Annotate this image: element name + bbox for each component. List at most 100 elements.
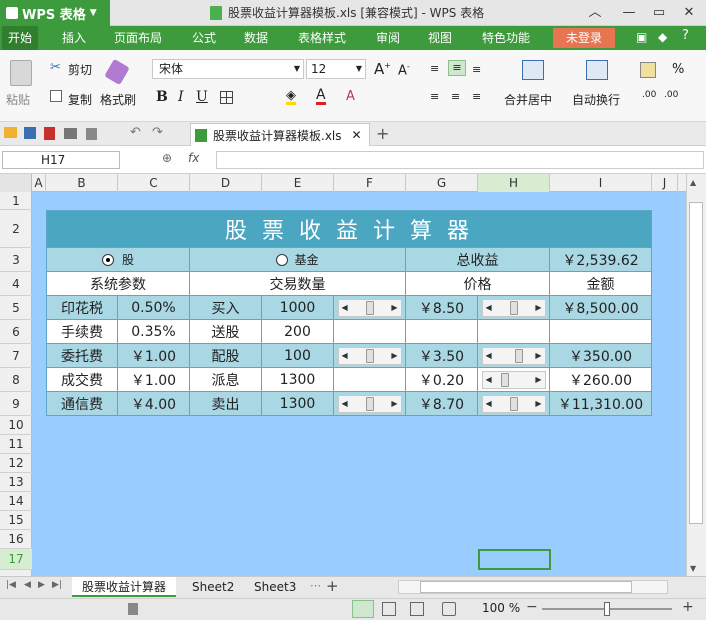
zoom-out-icon[interactable]: − xyxy=(526,599,538,615)
row-header-5[interactable]: 5 xyxy=(0,296,32,320)
arrow-right-icon[interactable]: ▶ xyxy=(535,303,541,312)
add-sheet-icon[interactable]: + xyxy=(326,577,339,595)
menu-review[interactable]: 审阅 xyxy=(370,26,406,50)
col-header-a[interactable]: A xyxy=(32,174,46,192)
redo-icon[interactable]: ↷ xyxy=(152,125,163,140)
radio-fund[interactable] xyxy=(276,253,289,266)
align-bottom-icon[interactable]: ≡ xyxy=(472,63,481,76)
row-header-6[interactable]: 6 xyxy=(0,320,32,344)
row-header-15[interactable]: 15 xyxy=(0,511,32,530)
row-header-17[interactable]: 17 xyxy=(0,549,32,570)
spinner-thumb[interactable] xyxy=(509,396,518,411)
col-header-c[interactable]: C xyxy=(118,174,190,192)
minimize-button[interactable]: — xyxy=(614,0,644,26)
row-header-2[interactable]: 2 xyxy=(0,210,32,248)
arrow-right-icon[interactable]: ▶ xyxy=(391,351,397,360)
align-top-icon[interactable]: ≡ xyxy=(430,62,439,75)
merge-center-button[interactable]: 合并居中 xyxy=(504,91,552,108)
trade-quantity[interactable]: 1000 xyxy=(262,296,334,320)
row-header-10[interactable]: 10 xyxy=(0,416,32,435)
select-all-corner[interactable] xyxy=(0,174,32,192)
maximize-button[interactable]: ▭ xyxy=(644,0,674,26)
spinner-thumb[interactable] xyxy=(509,300,518,315)
spinner-thumb[interactable] xyxy=(365,348,374,363)
row-header-11[interactable]: 11 xyxy=(0,435,32,454)
cut-button[interactable]: 剪切 xyxy=(68,61,92,78)
paste-icon[interactable] xyxy=(10,60,32,86)
row-header-13[interactable]: 13 xyxy=(0,473,32,492)
scroll-thumb[interactable] xyxy=(689,202,703,524)
zoom-in-icon[interactable]: + xyxy=(682,599,694,615)
wrap-text-button[interactable]: 自动换行 xyxy=(572,91,620,108)
qty-spinner[interactable]: ◀ ▶ xyxy=(337,346,402,365)
clear-format-icon[interactable]: A xyxy=(346,89,355,104)
font-size-select[interactable]: 12 ▼ xyxy=(306,59,366,79)
increase-font-icon[interactable]: A+ xyxy=(374,60,391,78)
col-header-f[interactable]: F xyxy=(334,174,406,192)
arrow-left-icon[interactable]: ◀ xyxy=(486,399,492,408)
export-pdf-icon[interactable] xyxy=(44,127,55,140)
border-icon[interactable] xyxy=(220,91,233,104)
row-header-16[interactable]: 16 xyxy=(0,530,32,549)
horizontal-scroll-thumb[interactable] xyxy=(420,581,632,593)
decrease-font-icon[interactable]: A- xyxy=(398,62,410,78)
param-value[interactable]: ￥1.00 xyxy=(118,368,190,392)
increase-decimal-button[interactable]: .00 xyxy=(642,90,656,100)
param-value[interactable]: ￥4.00 xyxy=(118,392,190,416)
arrow-left-icon[interactable]: ◀ xyxy=(486,375,492,384)
row-header-14[interactable]: 14 xyxy=(0,492,32,511)
menu-formula[interactable]: 公式 xyxy=(186,26,222,50)
row-header-9[interactable]: 9 xyxy=(0,392,32,416)
trade-quantity[interactable]: 200 xyxy=(262,320,334,344)
app-menu-button[interactable]: WPS 表格 ▼ xyxy=(0,0,110,26)
price-spinner[interactable]: ◀ ▶ xyxy=(481,394,546,413)
row-header-4[interactable]: 4 xyxy=(0,272,32,296)
login-button[interactable]: 未登录 xyxy=(553,28,615,48)
trade-quantity[interactable]: 100 xyxy=(262,344,334,368)
font-name-select[interactable]: 宋体 ▼ xyxy=(152,59,304,79)
price-value[interactable]: ￥3.50 xyxy=(406,344,478,368)
menu-table-style[interactable]: 表格样式 xyxy=(292,26,352,50)
active-cell-h17[interactable] xyxy=(478,549,551,570)
arrow-left-icon[interactable]: ◀ xyxy=(342,399,348,408)
spinner-thumb[interactable] xyxy=(365,396,374,411)
sheet-tab-calculator[interactable]: 股票收益计算器 xyxy=(72,577,177,597)
menu-special[interactable]: 特色功能 xyxy=(476,26,536,50)
spinner-thumb[interactable] xyxy=(365,300,374,315)
new-tab-icon[interactable]: + xyxy=(376,124,389,143)
name-box[interactable]: H17 xyxy=(2,151,120,169)
fx-button[interactable]: fx xyxy=(188,151,199,165)
row-header-3[interactable]: 3 xyxy=(0,248,32,272)
zoom-level[interactable]: 100 % xyxy=(482,601,520,615)
price-value[interactable]: ￥0.20 xyxy=(406,368,478,392)
radio-stock[interactable] xyxy=(101,253,114,266)
align-middle-icon[interactable]: ≡ xyxy=(448,60,466,76)
underline-button[interactable]: U xyxy=(196,89,208,105)
menu-view[interactable]: 视图 xyxy=(422,26,458,50)
arrow-left-icon[interactable]: ◀ xyxy=(342,351,348,360)
more-sheets-icon[interactable]: ⋯ xyxy=(310,579,321,592)
row-header-12[interactable]: 12 xyxy=(0,454,32,473)
col-header-b[interactable]: B xyxy=(46,174,118,192)
scroll-up-icon[interactable]: ▲ xyxy=(690,178,696,187)
skin-icon[interactable]: ▣ xyxy=(636,30,650,44)
col-header-d[interactable]: D xyxy=(190,174,262,192)
trade-quantity[interactable]: 1300 xyxy=(262,392,334,416)
spinner-thumb[interactable] xyxy=(514,348,523,363)
tab-nav-prev-icon[interactable]: ◀ xyxy=(24,580,31,590)
close-tab-icon[interactable]: ✕ xyxy=(352,128,362,142)
align-center-icon[interactable]: ≡ xyxy=(451,90,460,103)
price-value[interactable]: ￥8.70 xyxy=(406,392,478,416)
reading-mode-icon[interactable] xyxy=(410,602,424,616)
print-icon[interactable] xyxy=(64,128,77,139)
menu-page-layout[interactable]: 页面布局 xyxy=(108,26,168,50)
col-header-i[interactable]: I xyxy=(550,174,652,192)
price-value[interactable] xyxy=(406,320,478,344)
trade-quantity[interactable]: 1300 xyxy=(262,368,334,392)
format-painter-button[interactable]: 格式刷 xyxy=(100,91,136,108)
align-right-icon[interactable]: ≡ xyxy=(472,90,481,103)
col-header-h[interactable]: H xyxy=(478,174,550,192)
fill-color-icon[interactable]: ◈ xyxy=(286,89,296,105)
document-tab[interactable]: 股票收益计算器模板.xls ✕ xyxy=(190,123,370,146)
arrow-left-icon[interactable]: ◀ xyxy=(342,303,348,312)
